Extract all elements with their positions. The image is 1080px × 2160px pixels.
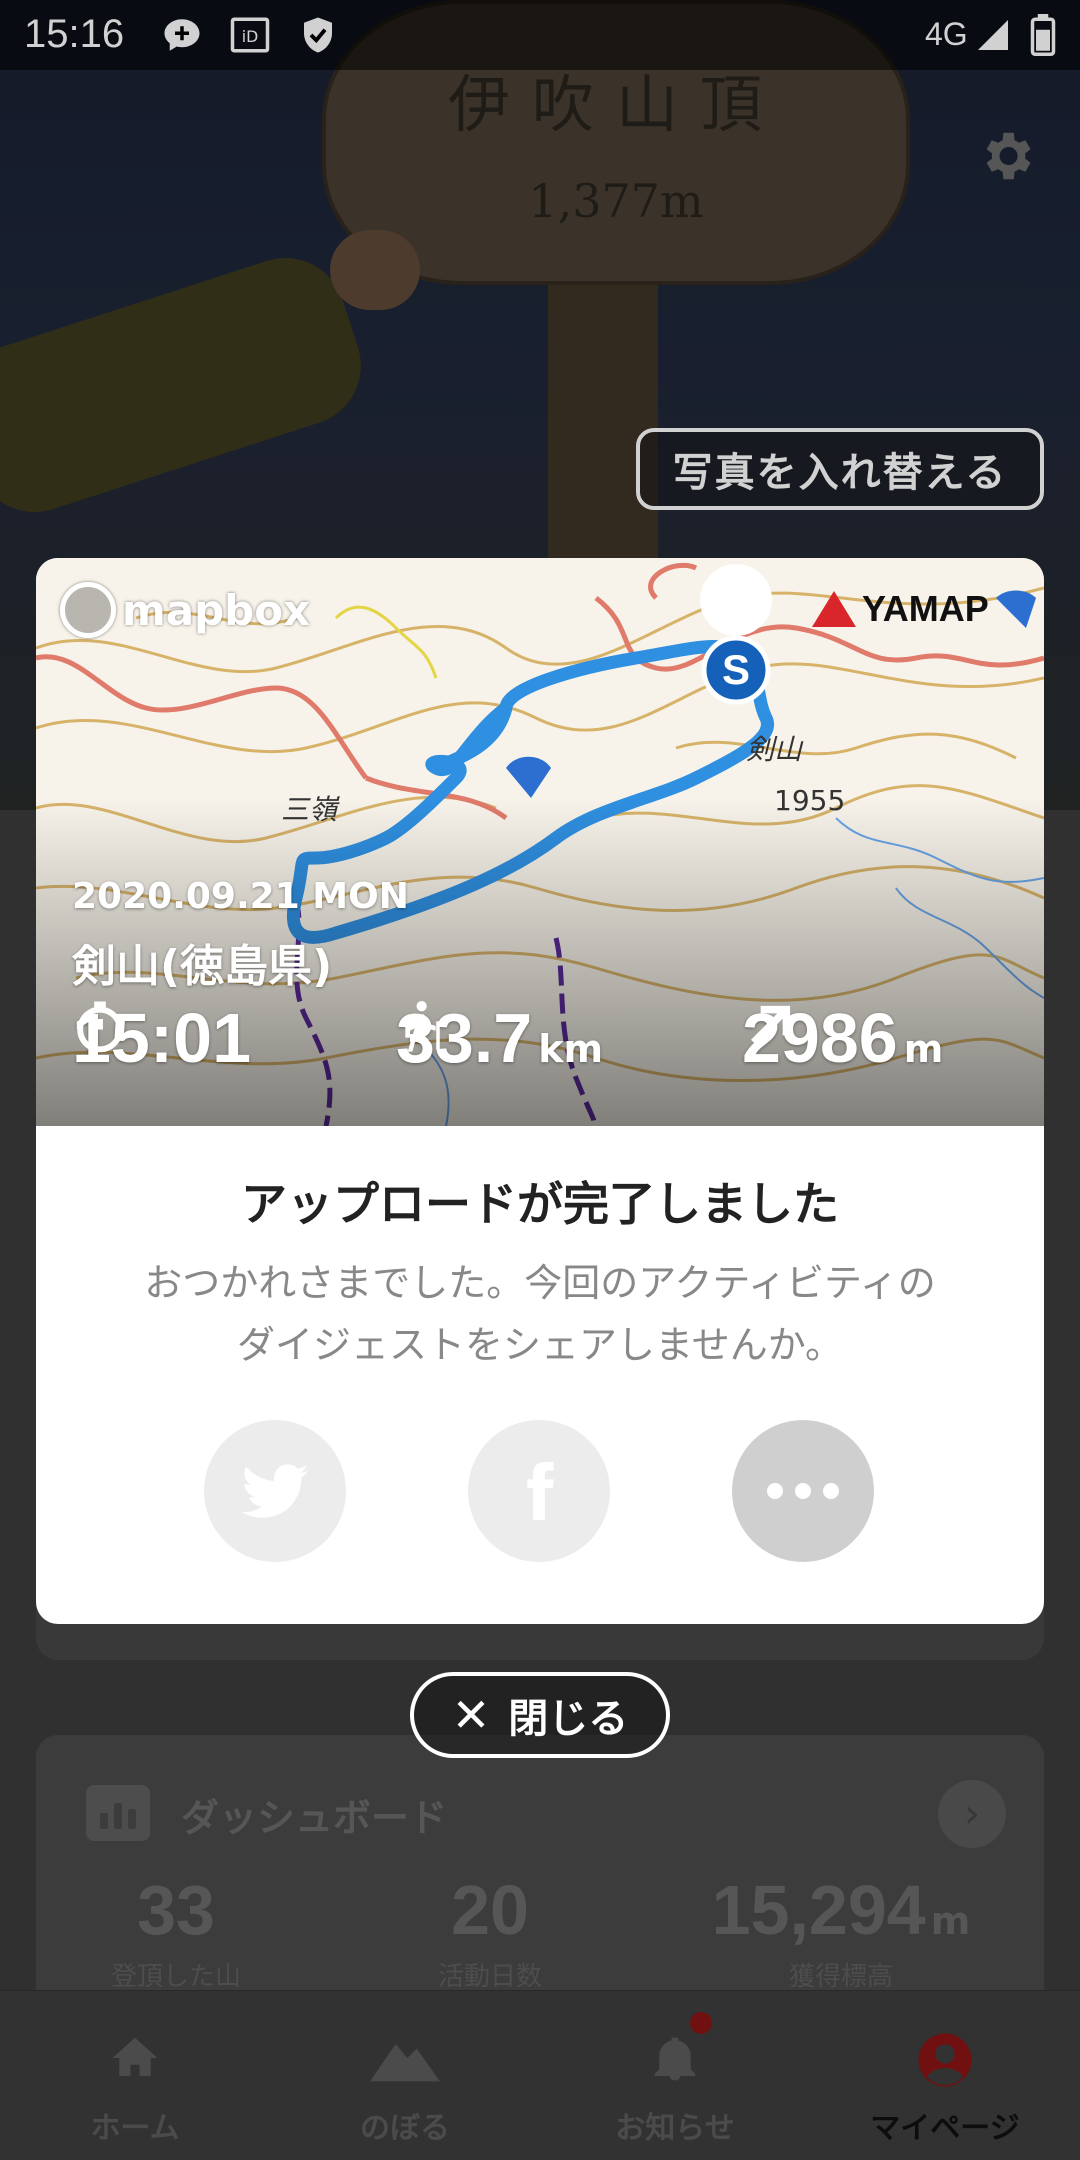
mapbox-wordmark: mapbox [122,585,311,635]
share-facebook-button[interactable] [468,1420,610,1562]
start-marker: S [700,564,773,705]
hiker-icon [405,1001,440,1052]
modal-message-line: おつかれさまでした。今回のアクティビティの [144,1261,936,1305]
activity-date: 2020.09.21 MON [72,876,409,917]
yamap-logo: YAMAP [812,588,989,630]
close-label: 閉じる [508,1696,629,1742]
activity-duration: 15:01 [72,998,251,1078]
route-map: S 三嶺 剣山 1955 mapbox YAMAP 2020.09.21 MON… [36,558,1044,1126]
elevation-unit: m [903,1027,944,1071]
activity-elevation: 2986 m [742,998,943,1078]
more-dots-icon [767,1483,839,1499]
stopwatch-icon [77,1001,123,1053]
activity-distance: 33.7 km [396,998,603,1078]
arrow-up-right-icon [751,1005,791,1045]
share-more-button[interactable] [732,1420,874,1562]
upload-complete-modal: S 三嶺 剣山 1955 mapbox YAMAP 2020.09.21 MON… [36,558,1044,1624]
yamap-wordmark: YAMAP [862,588,989,629]
close-icon: ✕ [451,1688,491,1742]
mapbox-icon [60,582,116,638]
yamap-triangle-icon [812,591,856,627]
activity-name: 剣山(徳島県) [72,941,333,992]
modal-message-line: ダイジェストをシェアしませんか。 [236,1323,844,1367]
close-button[interactable]: ✕ 閉じる [410,1672,670,1758]
map-label-tsurugi: 剣山 [746,733,803,766]
mapbox-logo: mapbox [60,582,310,638]
start-marker-label: S [722,646,750,693]
distance-unit: km [538,1027,604,1071]
twitter-bird-icon [241,1464,309,1518]
share-twitter-button[interactable] [204,1420,346,1562]
facebook-f-icon [527,1461,554,1521]
modal-title: アップロードが完了しました [241,1177,839,1231]
modal-message: おつかれさまでした。今回のアクティビティの ダイジェストをシェアしませんか。 [76,1252,1004,1376]
